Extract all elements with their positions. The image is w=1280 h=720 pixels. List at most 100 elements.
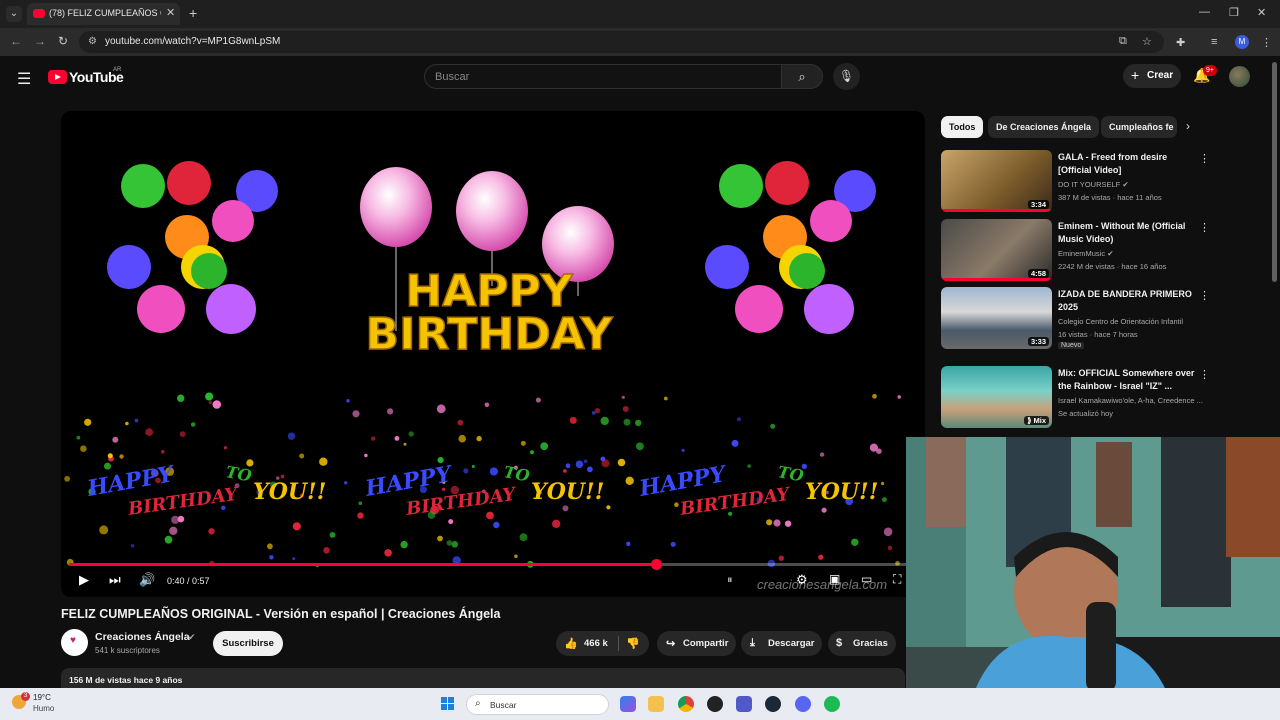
profile-avatar[interactable]: M (1235, 35, 1249, 49)
steam-icon[interactable] (765, 696, 781, 712)
recommendation-title[interactable]: GALA - Freed from desire [Official Video… (1058, 151, 1198, 177)
recommendation-channel: EminemMusic ✔ (1058, 249, 1113, 258)
taskbar-search[interactable]: ⌕ Buscar (466, 694, 609, 715)
views-and-age: 156 M de vistas hace 9 años (69, 675, 183, 685)
subscribe-button[interactable]: Suscribirse (213, 631, 283, 656)
chip-from-channel[interactable]: De Creaciones Ángela (988, 116, 1100, 138)
theater-mode-icon[interactable]: ▭ (861, 572, 872, 586)
browser-tab[interactable]: (78) FELIZ CUMPLEAÑOS ORIGINAL ✕ (27, 3, 180, 25)
volume-button[interactable]: 🔊 (139, 572, 155, 588)
more-options-icon[interactable]: ⋮ (1199, 221, 1210, 234)
reload-icon[interactable]: ↻ (58, 34, 68, 48)
channel-name[interactable]: Creaciones Ángela (95, 631, 190, 643)
miniplayer-icon[interactable]: ▣ (829, 572, 840, 586)
copilot-icon[interactable] (620, 696, 636, 712)
more-options-icon[interactable]: ⋮ (1199, 152, 1210, 165)
reading-list-icon[interactable]: ≡ (1211, 36, 1217, 48)
recommendation-title[interactable]: Mix: OFFICIAL Somewhere over the Rainbow… (1058, 367, 1198, 393)
play-button[interactable]: ▶ (79, 572, 89, 588)
progress-scrubber[interactable] (650, 559, 662, 570)
more-options-icon[interactable]: ⋮ (1199, 289, 1210, 302)
weather-condition[interactable]: Humo (33, 704, 54, 713)
file-explorer-icon[interactable] (648, 696, 664, 712)
like-count[interactable]: 466 k (584, 638, 608, 649)
settings-gear-icon[interactable]: ⚙ (796, 572, 808, 588)
search-input[interactable]: Buscar (424, 64, 782, 89)
video-thumbnail[interactable]: 4:58 (941, 219, 1052, 281)
tab-search-icon[interactable]: ⌄ (6, 6, 22, 22)
sparkle (778, 555, 784, 561)
spotify-icon[interactable] (824, 696, 840, 712)
thumbs-down-icon[interactable]: 👎 (626, 637, 640, 650)
sparkle (897, 395, 901, 399)
forward-icon[interactable]: → (34, 34, 46, 48)
address-bar[interactable]: ⚙ youtube.com/watch?v=MP1G8wnLpSM ⧉ ☆ (79, 31, 1164, 53)
recommendation-title[interactable]: Eminem - Without Me (Official Music Vide… (1058, 220, 1198, 246)
account-avatar[interactable] (1229, 66, 1250, 87)
minimize-icon[interactable]: — (1199, 6, 1210, 18)
chip-birthday[interactable]: Cumpleaños fe (1101, 116, 1177, 138)
recommendation-meta: Se actualizó hoy (1058, 409, 1114, 418)
recommendation-meta: 2242 M de vistas · hace 16 años (1058, 262, 1167, 271)
download-label: Descargar (768, 638, 815, 649)
sparkle (267, 543, 273, 550)
sparkle (674, 502, 679, 508)
download-button[interactable]: ⤓ Descargar (741, 631, 822, 656)
chrome-icon[interactable] (678, 696, 694, 712)
channel-avatar[interactable]: ♥ (61, 629, 88, 656)
recommendation-item[interactable]: 3:34 GALA - Freed from desire [Official … (941, 150, 1211, 214)
sparkle (458, 434, 467, 443)
next-button[interactable]: ⏭ (109, 572, 121, 588)
windows-start-icon[interactable] (441, 697, 455, 711)
sparkle (446, 540, 453, 546)
recommendation-item[interactable]: ⟫ Mix Mix: OFFICIAL Somewhere over the R… (941, 366, 1211, 430)
site-info-icon[interactable]: ⚙ (88, 36, 97, 47)
chip-all[interactable]: Todos (941, 116, 984, 138)
extensions-icon[interactable]: ✚ (1176, 36, 1185, 49)
sparkle (681, 448, 685, 452)
cast-icon[interactable]: ⧉ (1119, 35, 1127, 48)
thanks-button[interactable]: $ Gracias (828, 631, 896, 656)
sparkle (84, 418, 92, 426)
video-thumbnail[interactable]: ⟫ Mix (941, 366, 1052, 428)
greeting-you: YOU!! (253, 479, 326, 505)
sparkle (400, 540, 408, 549)
voice-search-button[interactable]: 🎙 (833, 63, 860, 90)
discord-icon[interactable] (795, 696, 811, 712)
maximize-icon[interactable]: ❐ (1229, 6, 1239, 19)
url-text[interactable]: youtube.com/watch?v=MP1G8wnLpSM (105, 36, 280, 47)
share-button[interactable]: ↪ Compartir (657, 631, 736, 656)
sparkle (626, 541, 631, 546)
recommendation-item[interactable]: 4:58 Eminem - Without Me (Official Music… (941, 219, 1211, 283)
sparkle (387, 408, 394, 415)
sparkle (766, 519, 773, 526)
obs-icon[interactable] (707, 696, 723, 712)
back-icon[interactable]: ← (10, 34, 22, 48)
thumbs-up-icon[interactable]: 👍 (564, 637, 578, 650)
video-thumbnail[interactable]: 3:33 (941, 287, 1052, 349)
close-icon[interactable]: ✕ (166, 6, 175, 19)
recommendation-title[interactable]: IZADA DE BANDERA PRIMERO 2025 (1058, 288, 1198, 314)
page-scrollbar[interactable] (1272, 62, 1277, 282)
teams-icon[interactable] (736, 696, 752, 712)
menu-dots-icon[interactable]: ⋮ (1261, 36, 1272, 49)
create-button[interactable]: + Crear (1123, 64, 1181, 88)
close-window-icon[interactable]: ✕ (1257, 6, 1266, 19)
plus-icon: + (1131, 67, 1140, 83)
webcam-overlay (906, 437, 1280, 720)
hamburger-menu-icon[interactable]: ☰ (17, 69, 31, 89)
recommendation-item[interactable]: 3:33 IZADA DE BANDERA PRIMERO 2025 Coleg… (941, 287, 1211, 351)
fullscreen-icon[interactable]: ⛶ (893, 572, 901, 587)
video-thumbnail[interactable]: 3:34 (941, 150, 1052, 212)
new-tab-icon[interactable]: + (189, 5, 197, 21)
weather-temperature[interactable]: 19°C (33, 693, 51, 702)
chevron-right-icon[interactable]: › (1186, 119, 1190, 133)
search-button[interactable]: ⌕ (781, 64, 823, 89)
progress-bar[interactable] (69, 559, 907, 570)
more-options-icon[interactable]: ⋮ (1199, 368, 1210, 381)
autoplay-toggle-icon[interactable]: ⏸ (727, 574, 733, 587)
watched-progress (941, 278, 1052, 281)
video-player[interactable]: HAPPY BIRTHDAY HAPPY BIRTHDAY TO YOU!! H… (61, 111, 925, 597)
recommendation-meta: 16 vistas · hace 7 horas (1058, 330, 1138, 339)
bookmark-star-icon[interactable]: ☆ (1142, 35, 1152, 48)
